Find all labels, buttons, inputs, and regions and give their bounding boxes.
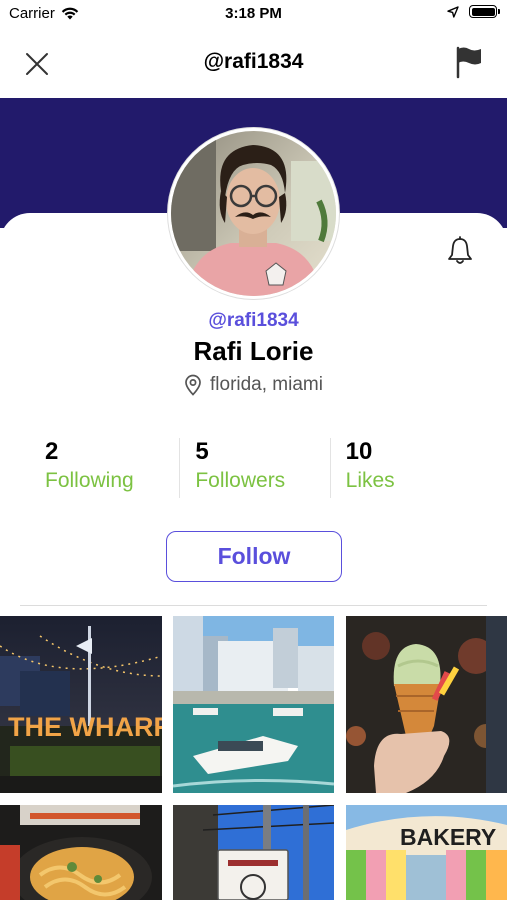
- ice-cream-taiyaki-photo[interactable]: [346, 616, 507, 793]
- profile-name: Rafi Lorie: [193, 336, 314, 366]
- wharf-sign-text: THE WHARF: [8, 712, 162, 742]
- location-pin-icon: [185, 374, 201, 396]
- nav-bar: @rafi1834: [0, 28, 507, 98]
- profile-handle: @rafi1834: [208, 310, 299, 331]
- location-arrow-icon: [447, 5, 459, 18]
- page-title: @rafi1834: [203, 50, 304, 73]
- stat-followers[interactable]: 5 Followers: [179, 438, 329, 498]
- street-sign-photo[interactable]: [173, 805, 334, 900]
- status-right: [447, 5, 500, 18]
- yacht-marina-photo[interactable]: [173, 616, 334, 793]
- bakery-storefront-photo[interactable]: BAKERY: [346, 805, 507, 900]
- noodles-dish-photo[interactable]: [0, 805, 162, 900]
- location-text: florida, miami: [210, 374, 323, 395]
- stat-followers-count: 5: [195, 438, 209, 465]
- stat-followers-label: Followers: [195, 469, 286, 492]
- battery-icon: [469, 5, 500, 18]
- divider: [20, 605, 487, 606]
- flag-icon[interactable]: [453, 45, 485, 79]
- bakery-sign-text: BAKERY: [400, 824, 496, 850]
- bell-icon[interactable]: [446, 236, 474, 266]
- avatar[interactable]: [168, 128, 339, 299]
- status-time: 3:18 PM: [225, 5, 282, 22]
- stat-likes[interactable]: 10 Likes: [329, 438, 480, 498]
- profile-location: florida, miami: [0, 374, 507, 396]
- stat-likes-count: 10: [345, 438, 373, 465]
- profile-stats: 2 Following 5 Followers 10 Likes: [30, 438, 480, 498]
- stat-following-label: Following: [45, 469, 134, 492]
- avatar-photo: [171, 131, 336, 296]
- wharf-night-photo[interactable]: THE WHARF: [0, 616, 162, 793]
- follow-button[interactable]: Follow: [166, 531, 342, 582]
- stat-likes-label: Likes: [345, 469, 395, 492]
- stat-following-count: 2: [45, 438, 59, 465]
- stat-following[interactable]: 2 Following: [30, 438, 179, 498]
- status-bar: Carrier 3:18 PM: [0, 0, 507, 28]
